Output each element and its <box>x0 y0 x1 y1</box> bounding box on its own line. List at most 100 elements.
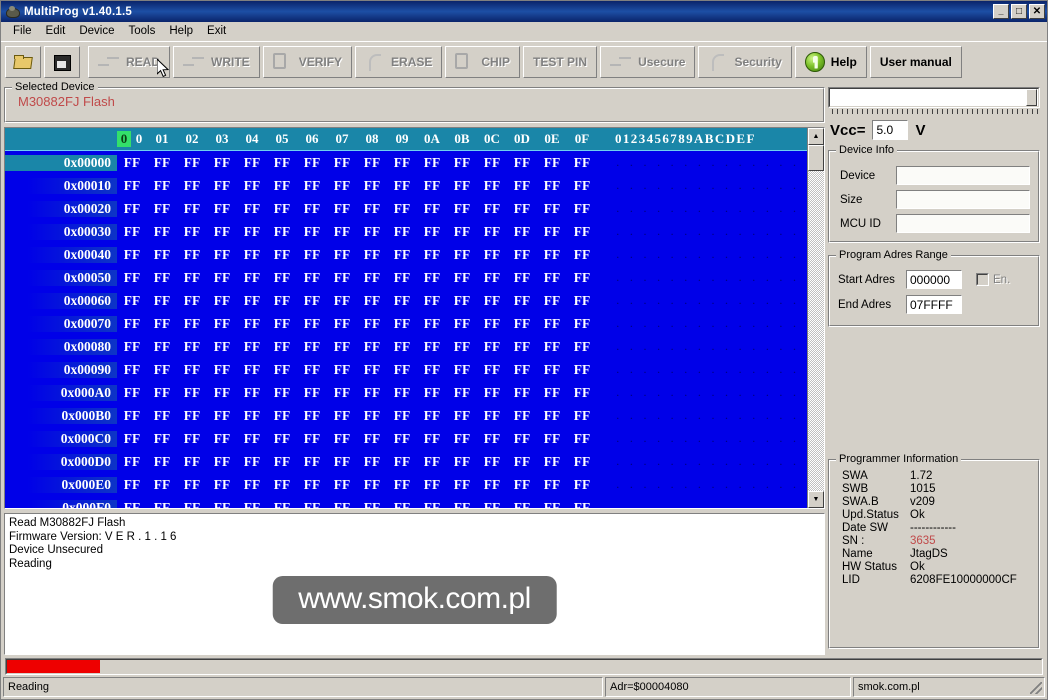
hex-byte-cell[interactable]: FF <box>507 224 537 240</box>
hex-byte-cell[interactable]: FF <box>267 362 297 378</box>
hex-byte-cell[interactable]: FF <box>237 477 267 493</box>
hex-byte-cell[interactable]: FF <box>357 477 387 493</box>
hex-row[interactable]: 0x000F0 FF FF FF FF FF FF FF FF FF FF FF FF FF FF FF FF.… <box>5 496 807 508</box>
hex-byte-cell[interactable]: FF <box>207 224 237 240</box>
hex-byte-cell[interactable]: FF <box>117 500 147 509</box>
hex-byte-cell[interactable]: FF <box>567 408 597 424</box>
menu-item-device[interactable]: Device <box>72 23 121 39</box>
hex-byte-cell[interactable]: FF <box>147 385 177 401</box>
hex-byte-cell[interactable]: FF <box>477 155 507 171</box>
hex-ascii-cell[interactable]: ................ <box>611 155 807 170</box>
enable-checkbox[interactable] <box>976 273 989 286</box>
hex-byte-cell[interactable]: FF <box>507 477 537 493</box>
hex-byte-cell[interactable]: FF <box>447 362 477 378</box>
hex-byte-cell[interactable]: FF <box>237 178 267 194</box>
hex-byte-cell[interactable]: FF <box>207 155 237 171</box>
vcc-value-field[interactable]: 5.0 <box>872 120 909 140</box>
hex-byte-cell[interactable]: FF <box>117 201 147 217</box>
hex-byte-cell[interactable]: FF <box>297 362 327 378</box>
hex-byte-cell[interactable]: FF <box>567 178 597 194</box>
hex-byte-cell[interactable]: FF <box>117 431 147 447</box>
hex-ascii-cell[interactable]: ................ <box>611 362 807 377</box>
hex-byte-cell[interactable]: FF <box>387 293 417 309</box>
hex-byte-cell[interactable]: FF <box>267 316 297 332</box>
hex-byte-cell[interactable]: FF <box>537 155 567 171</box>
scroll-track[interactable] <box>808 145 824 491</box>
hex-byte-cell[interactable]: FF <box>237 408 267 424</box>
hex-byte-cell[interactable]: FF <box>417 201 447 217</box>
hex-byte-cell[interactable]: FF <box>207 408 237 424</box>
menu-item-help[interactable]: Help <box>162 23 200 39</box>
hex-byte-cell[interactable]: FF <box>447 247 477 263</box>
hex-byte-cell[interactable]: FF <box>447 500 477 509</box>
hex-byte-cell[interactable]: FF <box>507 316 537 332</box>
hex-byte-cell[interactable]: FF <box>507 270 537 286</box>
hex-byte-cell[interactable]: FF <box>567 247 597 263</box>
hex-byte-cell[interactable]: FF <box>387 408 417 424</box>
hex-byte-cell[interactable]: FF <box>477 454 507 470</box>
hex-ascii-cell[interactable]: ................ <box>611 500 807 508</box>
hex-byte-cell[interactable]: FF <box>507 362 537 378</box>
hex-byte-cell[interactable]: FF <box>507 155 537 171</box>
hex-byte-cell[interactable]: FF <box>297 201 327 217</box>
hex-byte-cell[interactable]: FF <box>117 293 147 309</box>
hex-byte-cell[interactable]: FF <box>207 500 237 509</box>
start-address-input[interactable]: 000000 <box>906 270 962 289</box>
hex-byte-cell[interactable]: FF <box>387 362 417 378</box>
hex-byte-cell[interactable]: FF <box>507 247 537 263</box>
hex-byte-cell[interactable]: FF <box>237 431 267 447</box>
hex-byte-cell[interactable]: FF <box>477 270 507 286</box>
hex-byte-cell[interactable]: FF <box>417 385 447 401</box>
hex-byte-cell[interactable]: FF <box>447 431 477 447</box>
hex-byte-cell[interactable]: FF <box>417 362 447 378</box>
hex-byte-cell[interactable]: FF <box>327 247 357 263</box>
hex-byte-cell[interactable]: FF <box>567 201 597 217</box>
hex-header-col-04[interactable]: 04 <box>237 131 267 147</box>
hex-byte-cell[interactable]: FF <box>147 270 177 286</box>
hex-byte-cell[interactable]: FF <box>507 201 537 217</box>
hex-byte-cell[interactable]: FF <box>537 201 567 217</box>
hex-byte-cell[interactable]: FF <box>267 293 297 309</box>
hex-byte-cell[interactable]: FF <box>537 293 567 309</box>
hex-byte-cell[interactable]: FF <box>267 201 297 217</box>
hex-ascii-cell[interactable]: ................ <box>611 178 807 193</box>
hex-byte-cell[interactable]: FF <box>327 385 357 401</box>
hex-byte-cell[interactable]: FF <box>177 385 207 401</box>
hex-byte-cell[interactable]: FF <box>147 155 177 171</box>
hex-byte-cell[interactable]: FF <box>267 408 297 424</box>
hex-byte-cell[interactable]: FF <box>387 385 417 401</box>
hex-byte-cell[interactable]: FF <box>567 316 597 332</box>
hex-byte-cell[interactable]: FF <box>477 178 507 194</box>
hex-byte-cell[interactable]: FF <box>177 247 207 263</box>
hex-byte-cell[interactable]: FF <box>177 201 207 217</box>
hex-byte-cell[interactable]: FF <box>267 339 297 355</box>
hex-byte-cell[interactable]: FF <box>117 362 147 378</box>
hex-byte-cell[interactable]: FF <box>297 293 327 309</box>
hex-byte-cell[interactable]: FF <box>207 454 237 470</box>
hex-byte-cell[interactable]: FF <box>417 247 447 263</box>
maximize-button[interactable]: □ <box>1011 4 1027 19</box>
hex-editor[interactable]: 0 0 01 02 03 04 05 06 07 08 09 0A 0B 0C 0D 0E 0F 0123456… <box>4 127 825 509</box>
hex-byte-cell[interactable]: FF <box>117 316 147 332</box>
hex-row[interactable]: 0x000D0 FF FF FF FF FF FF FF FF FF FF FF FF FF FF FF FF.… <box>5 450 807 473</box>
hex-header-col-0C[interactable]: 0C <box>477 131 507 147</box>
hex-byte-cell[interactable]: FF <box>297 339 327 355</box>
hex-byte-cell[interactable]: FF <box>537 431 567 447</box>
hex-byte-cell[interactable]: FF <box>357 178 387 194</box>
hex-row[interactable]: 0x00030 FF FF FF FF FF FF FF FF FF FF FF FF FF FF FF FF.… <box>5 220 807 243</box>
hex-byte-cell[interactable]: FF <box>237 500 267 509</box>
hex-row[interactable]: 0x00070 FF FF FF FF FF FF FF FF FF FF FF FF FF FF FF FF.… <box>5 312 807 335</box>
hex-ascii-cell[interactable]: ................ <box>611 339 807 354</box>
hex-row[interactable]: 0x00010 FF FF FF FF FF FF FF FF FF FF FF FF FF FF FF FF.… <box>5 174 807 197</box>
menu-item-exit[interactable]: Exit <box>200 23 233 39</box>
device-info-input-device[interactable] <box>896 166 1030 185</box>
hex-byte-cell[interactable]: FF <box>447 477 477 493</box>
hex-header-col-07[interactable]: 07 <box>327 131 357 147</box>
device-info-input-size[interactable] <box>896 190 1030 209</box>
hex-byte-cell[interactable]: FF <box>417 155 447 171</box>
hex-byte-cell[interactable]: FF <box>537 408 567 424</box>
close-button[interactable]: ✕ <box>1029 4 1045 19</box>
hex-byte-cell[interactable]: FF <box>387 224 417 240</box>
hex-byte-cell[interactable]: FF <box>147 408 177 424</box>
hex-byte-cell[interactable]: FF <box>447 339 477 355</box>
